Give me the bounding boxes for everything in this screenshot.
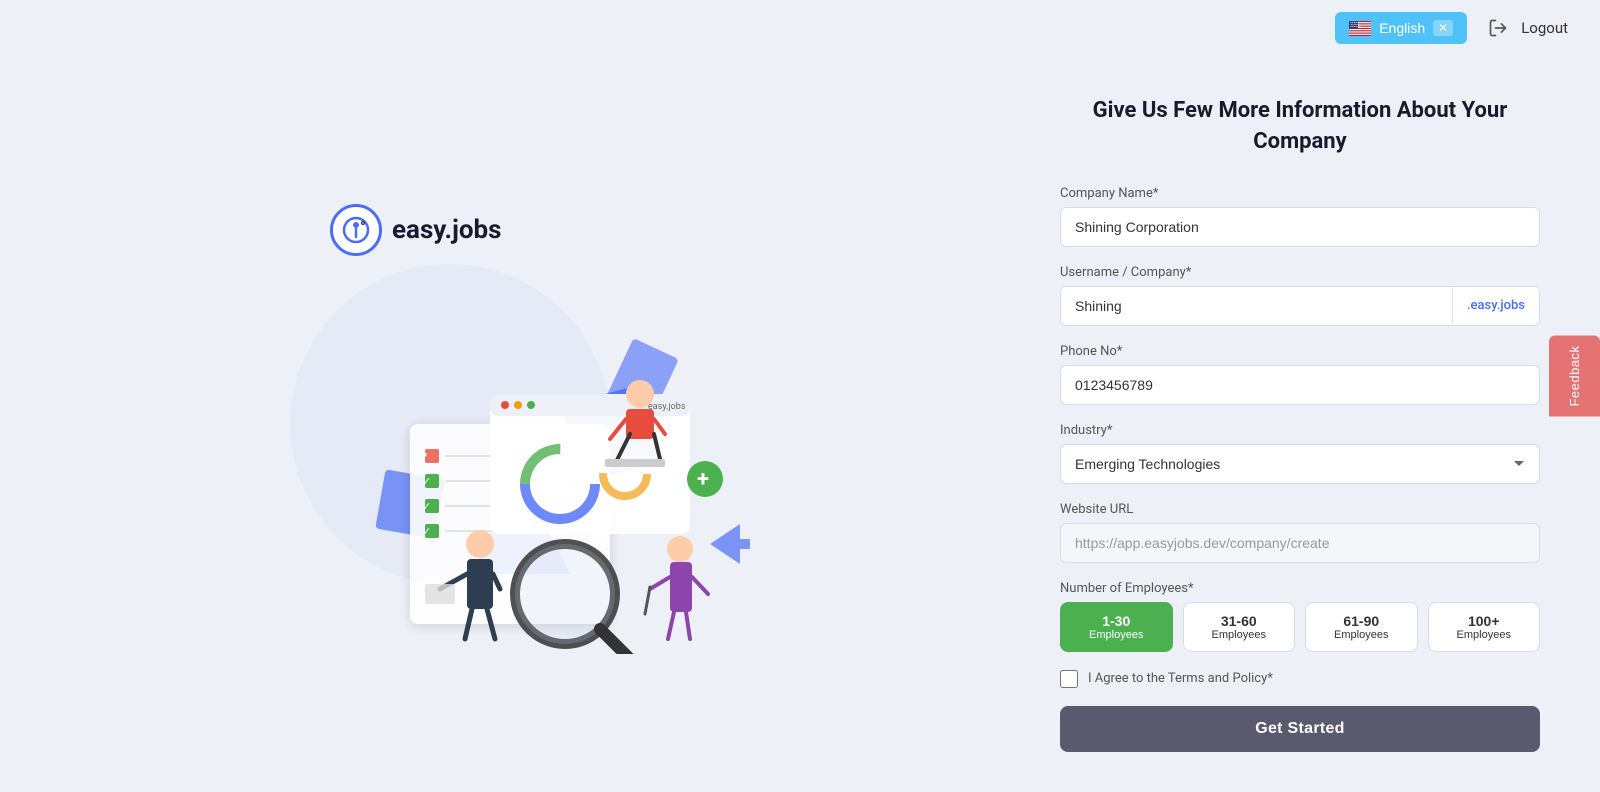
username-suffix: .easy.jobs xyxy=(1452,287,1539,325)
employees-31-60-button[interactable]: 31-60 Employees xyxy=(1183,602,1296,652)
emp-range-2: 31-60 xyxy=(1190,613,1289,629)
svg-text:✓: ✓ xyxy=(422,475,431,488)
phone-group: Phone No* xyxy=(1060,344,1540,405)
form-card: Give Us Few More Information About Your … xyxy=(1060,96,1540,752)
get-started-button[interactable]: Get Started xyxy=(1060,706,1540,752)
terms-checkbox[interactable] xyxy=(1060,670,1078,688)
illustration-svg: ? ✓ ✓ ✓ xyxy=(250,194,750,654)
company-name-label: Company Name* xyxy=(1060,186,1540,201)
language-button[interactable]: ★★★★★★ ★★★★★ ★★★★★★ English ✕ xyxy=(1335,12,1467,44)
lang-label: English xyxy=(1379,20,1425,36)
employees-100plus-button[interactable]: 100+ Employees xyxy=(1428,602,1541,652)
form-title: Give Us Few More Information About Your … xyxy=(1060,96,1540,158)
employees-1-30-button[interactable]: 1-30 Employees xyxy=(1060,602,1173,652)
logout-label[interactable]: Logout xyxy=(1521,19,1568,37)
feedback-wrapper: Feedback xyxy=(1549,335,1600,416)
lang-close-icon[interactable]: ✕ xyxy=(1433,20,1453,36)
logo-svg xyxy=(341,215,371,245)
svg-text:✓: ✓ xyxy=(422,500,431,513)
company-name-input[interactable] xyxy=(1060,207,1540,247)
emp-range-3: 61-90 xyxy=(1312,613,1411,629)
emp-range-4: 100+ xyxy=(1435,613,1534,629)
employees-61-90-button[interactable]: 61-90 Employees xyxy=(1305,602,1418,652)
username-group: Username / Company* .easy.jobs xyxy=(1060,265,1540,326)
terms-row: I Agree to the Terms and Policy* xyxy=(1060,670,1540,688)
flag-icon: ★★★★★★ ★★★★★ ★★★★★★ xyxy=(1349,21,1371,36)
employees-group: Number of Employees* 1-30 Employees 31-6… xyxy=(1060,581,1540,652)
industry-label: Industry* xyxy=(1060,423,1540,438)
terms-text: I Agree to the Terms and Policy* xyxy=(1088,671,1273,686)
username-input[interactable] xyxy=(1061,287,1452,325)
emp-label-3: Employees xyxy=(1312,629,1411,641)
employees-label: Number of Employees* xyxy=(1060,581,1540,596)
industry-select[interactable]: Emerging Technologies Information Techno… xyxy=(1060,444,1540,484)
website-group: Website URL xyxy=(1060,502,1540,563)
logout-icon xyxy=(1483,13,1513,43)
svg-text:?: ? xyxy=(422,452,427,463)
emp-range-1: 1-30 xyxy=(1067,613,1166,629)
feedback-button[interactable]: Feedback xyxy=(1549,335,1600,416)
phone-label: Phone No* xyxy=(1060,344,1540,359)
svg-text:★★★★★★: ★★★★★★ xyxy=(1350,25,1361,28)
website-label: Website URL xyxy=(1060,502,1540,517)
emp-label-4: Employees xyxy=(1435,629,1534,641)
svg-text:+: + xyxy=(697,467,709,492)
illustration-container: easy.jobs xyxy=(250,194,750,654)
username-input-group: .easy.jobs xyxy=(1060,286,1540,326)
main-layout: easy.jobs xyxy=(0,56,1600,792)
svg-text:✓: ✓ xyxy=(422,525,431,538)
logo-text: easy.jobs xyxy=(392,215,502,245)
industry-group: Industry* Emerging Technologies Informat… xyxy=(1060,423,1540,484)
employees-options: 1-30 Employees 31-60 Employees 61-90 Emp… xyxy=(1060,602,1540,652)
logout-area[interactable]: Logout xyxy=(1483,13,1568,43)
logo-area: easy.jobs xyxy=(330,204,502,256)
header: ★★★★★★ ★★★★★ ★★★★★★ English ✕ Logout xyxy=(0,0,1600,56)
company-name-group: Company Name* xyxy=(1060,186,1540,247)
emp-label-1: Employees xyxy=(1067,629,1166,641)
form-side: Give Us Few More Information About Your … xyxy=(1000,56,1600,792)
illustration-side: easy.jobs xyxy=(0,56,1000,792)
website-input[interactable] xyxy=(1060,523,1540,563)
emp-label-2: Employees xyxy=(1190,629,1289,641)
phone-input[interactable] xyxy=(1060,365,1540,405)
username-label: Username / Company* xyxy=(1060,265,1540,280)
svg-text:easy.jobs: easy.jobs xyxy=(648,402,686,412)
logo-icon xyxy=(330,204,382,256)
